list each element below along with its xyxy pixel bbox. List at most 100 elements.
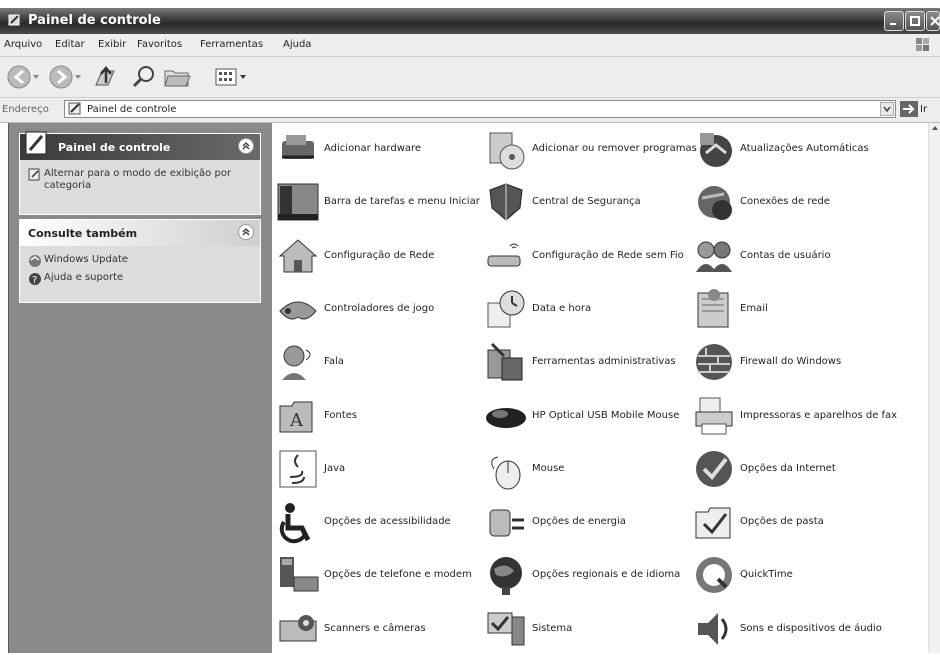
vertical-scrollbar[interactable]	[928, 123, 940, 653]
svg-text:A: A	[289, 410, 304, 431]
date-time-icon	[487, 290, 525, 328]
control-panel-item[interactable]: Fala	[276, 336, 484, 388]
firewall-icon	[696, 344, 732, 380]
collapse-button[interactable]	[238, 224, 254, 240]
views-button[interactable]	[214, 63, 252, 91]
menu-ajuda[interactable]: Ajuda	[283, 39, 311, 50]
control-panel-item[interactable]: Sistema	[484, 603, 692, 655]
search-button[interactable]	[130, 63, 158, 91]
see-also-title: Consulte também	[28, 227, 138, 240]
switch-view-text: Alternar para o modo de exibição por cat…	[44, 168, 232, 191]
control-panel-item[interactable]: Atualizações Automáticas	[692, 123, 900, 175]
control-panel-item[interactable]: Contas de usuário	[692, 230, 900, 282]
control-panel-item-label: Opções de acessibilidade	[324, 516, 451, 527]
control-panel-item[interactable]: Opções de telefone e modem	[276, 549, 484, 601]
control-panel-item[interactable]: Opções de pasta	[692, 496, 900, 548]
control-panel-item[interactable]: Scanners e câmeras	[276, 603, 484, 655]
maximize-button[interactable]	[905, 11, 925, 31]
control-panel-window: Painel de controle Arquivo Editar Exibir…	[0, 0, 940, 653]
menu-ferramentas[interactable]: Ferramentas	[200, 39, 263, 50]
control-panel-item-label: Configuração de Rede sem Fio	[532, 250, 684, 261]
control-panel-item-label: Configuração de Rede	[324, 250, 435, 261]
window-title: Painel de controle	[28, 13, 161, 28]
power-options-icon	[489, 509, 524, 537]
security-center-icon	[489, 183, 523, 221]
collapse-button[interactable]	[238, 138, 254, 154]
control-panel-item[interactable]: Opções regionais e de idioma	[484, 549, 692, 601]
control-panel-item-label: Fala	[324, 356, 344, 367]
control-panel-item-label: HP Optical USB Mobile Mouse	[532, 410, 680, 421]
address-dropdown-button[interactable]	[880, 102, 894, 116]
see-also-header[interactable]: Consulte também	[20, 220, 260, 246]
control-panel-item[interactable]: Barra de tarefas e menu Iniciar	[276, 176, 484, 228]
hp-mouse-icon	[486, 408, 526, 428]
control-panel-item[interactable]: Adicionar hardware	[276, 123, 484, 175]
windows-logo-icon	[916, 38, 929, 51]
network-setup-icon	[278, 239, 318, 273]
control-panel-item[interactable]: Opções de energia	[484, 496, 692, 548]
chevron-up-icon	[242, 142, 250, 150]
forward-button[interactable]	[48, 63, 82, 91]
control-panel-item[interactable]: Adicionar ou remover programas	[484, 123, 697, 175]
accessibility-icon	[279, 503, 311, 544]
control-panel-item[interactable]: Conexões de rede	[692, 176, 900, 228]
control-panel-item[interactable]: Opções de acessibilidade	[276, 496, 484, 548]
menu-bar: Arquivo Editar Exibir Favoritos Ferramen…	[0, 34, 940, 57]
mouse-icon	[491, 456, 521, 490]
control-panel-item[interactable]: Impressoras e aparelhos de fax	[692, 390, 900, 442]
control-panel-item[interactable]: Opções da Internet	[692, 443, 900, 495]
address-label: Endereço	[2, 104, 49, 115]
control-panel-item[interactable]: Configuração de Rede sem Fio	[484, 230, 692, 282]
minimize-button[interactable]	[884, 11, 904, 31]
up-folder-button[interactable]	[92, 63, 120, 91]
menu-arquivo[interactable]: Arquivo	[4, 39, 42, 50]
menu-favoritos[interactable]: Favoritos	[137, 39, 182, 50]
control-panel-item[interactable]: Controladores de jogo	[276, 283, 484, 335]
scroll-up-icon	[932, 126, 938, 130]
control-panel-item[interactable]: QuickTime	[692, 549, 900, 601]
control-panel-item-label: Conexões de rede	[740, 196, 830, 207]
windows-update-link[interactable]: Windows Update	[20, 252, 260, 270]
control-panel-item[interactable]: Ferramentas administrativas	[484, 336, 692, 388]
control-panel-box-header[interactable]: Painel de controle	[20, 131, 260, 160]
help-support-link[interactable]: ? Ajuda e suporte	[20, 270, 260, 288]
control-panel-item[interactable]: A Fontes	[276, 390, 484, 442]
control-panel-item-label: Barra de tarefas e menu Iniciar	[324, 196, 480, 207]
go-arrow-icon[interactable]	[900, 101, 918, 117]
back-button[interactable]	[6, 63, 40, 91]
control-panel-item[interactable]: HP Optical USB Mobile Mouse	[484, 390, 692, 442]
menu-exibir[interactable]: Exibir	[98, 39, 126, 50]
sounds-icon	[698, 613, 728, 645]
close-button[interactable]	[926, 11, 940, 31]
address-field[interactable]: Painel de controle	[64, 100, 896, 118]
control-panel-item-label: Impressoras e aparelhos de fax	[740, 410, 898, 421]
hardware-icon	[282, 135, 314, 159]
phone-modem-icon	[280, 557, 319, 592]
address-value: Painel de controle	[87, 104, 177, 115]
control-panel-item[interactable]: Central de Segurança	[484, 176, 692, 228]
address-bar: Endereço Painel de controle Ir	[0, 98, 940, 123]
control-panel-item-label: QuickTime	[740, 569, 793, 580]
control-panel-item[interactable]: Email	[692, 283, 900, 335]
control-panel-item-label: Ferramentas administrativas	[532, 356, 676, 367]
scanners-icon	[279, 615, 317, 642]
windows-update-icon	[29, 255, 41, 267]
chevron-down-icon	[883, 106, 891, 113]
control-panel-box: Painel de controle Alternar para o modo …	[19, 131, 261, 215]
switch-view-link[interactable]: Alternar para o modo de exibição por cat…	[20, 166, 260, 206]
top-margin	[0, 0, 940, 8]
control-panel-item[interactable]: Configuração de Rede	[276, 230, 484, 282]
control-panel-item-label: Controladores de jogo	[324, 303, 435, 314]
control-panel-item[interactable]: Mouse	[484, 443, 692, 495]
menu-editar[interactable]: Editar	[55, 39, 85, 50]
control-panel-item-label: Opções da Internet	[740, 463, 836, 474]
printers-icon	[695, 397, 733, 435]
go-button[interactable]: Ir	[920, 104, 927, 115]
control-panel-item[interactable]: Data e hora	[484, 283, 692, 335]
wireless-setup-icon	[487, 243, 521, 267]
title-bar[interactable]: Painel de controle	[0, 8, 940, 34]
control-panel-item[interactable]: Java	[276, 443, 484, 495]
control-panel-item[interactable]: Firewall do Windows	[692, 336, 900, 388]
folders-button[interactable]	[162, 63, 192, 91]
control-panel-item[interactable]: Sons e dispositivos de áudio	[692, 603, 900, 655]
